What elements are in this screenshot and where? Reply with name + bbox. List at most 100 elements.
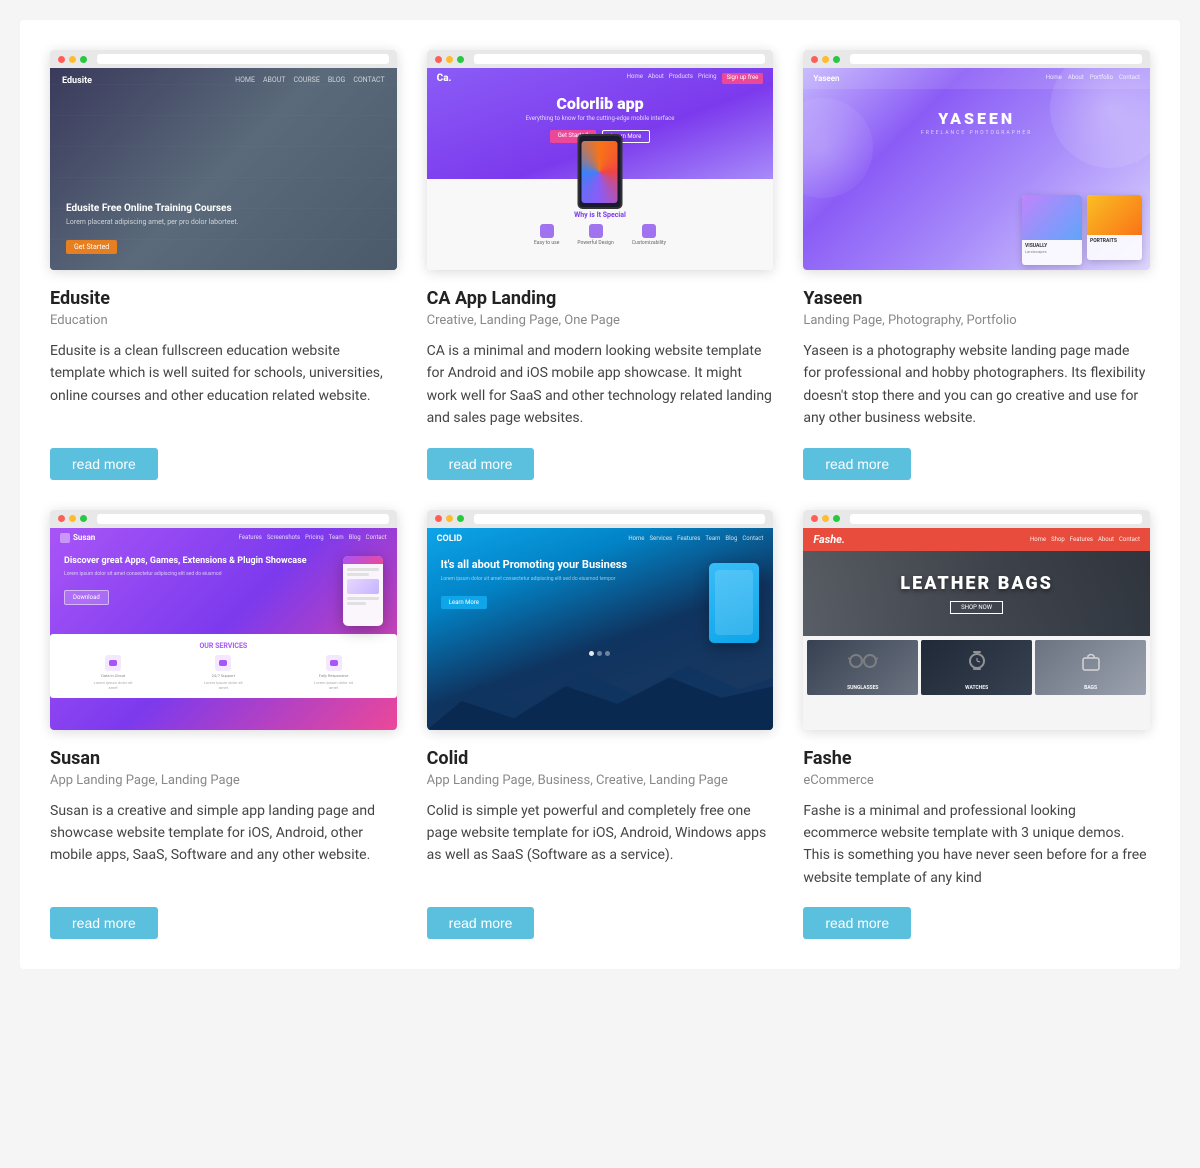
window-chrome-fashe [803, 510, 1150, 528]
url-bar [97, 514, 389, 524]
fashe-product-label-sunglasses: SUNGLASSES [811, 685, 914, 691]
susan-read-more-button[interactable]: read more [50, 907, 158, 939]
colid-dot [605, 651, 610, 656]
card-susan-title: Susan [50, 748, 397, 769]
ca-feature-label-easy: Easy to use [534, 240, 559, 246]
url-bar [97, 54, 389, 64]
service-label-cloud: Data in Cloud [101, 673, 125, 678]
min-dot [822, 515, 829, 522]
fashe-product-sunglasses: SUNGLASSES [807, 640, 918, 695]
close-dot [58, 56, 65, 63]
max-dot [80, 56, 87, 63]
colid-read-more-button[interactable]: read more [427, 907, 535, 939]
ca-feature-easy: Easy to use [534, 224, 559, 246]
service-support: 24/7 Support Lorem ipsum dolor sit amet [203, 655, 243, 690]
card-susan: Susan Features Screenshots Pricing Team … [50, 510, 397, 940]
card-edusite-image[interactable]: Edusite HOME ABOUT COURSE BLOG CONTACT E… [50, 50, 397, 270]
ca-feature-label-custom: Customizability [632, 240, 666, 246]
service-desc-responsive: Lorem ipsum dolor sit amet [314, 680, 354, 690]
fashe-navlinks: Home Shop Features About Contact [1030, 536, 1140, 543]
card-colid: COLID Home Services Features Team Blog C… [427, 510, 774, 940]
susan-logo: Susan [60, 533, 95, 543]
url-bar [474, 54, 766, 64]
fashe-read-more-button[interactable]: read more [803, 907, 911, 939]
max-dot [833, 56, 840, 63]
colid-phone-screen [715, 570, 753, 635]
yaseen-card-2-img [1087, 195, 1142, 235]
card-colid-tags: App Landing Page, Business, Creative, La… [427, 773, 774, 788]
service-label-responsive: Fully Responsive [319, 673, 349, 678]
card-colid-image[interactable]: COLID Home Services Features Team Blog C… [427, 510, 774, 730]
max-dot [457, 56, 464, 63]
colid-phone [709, 563, 759, 643]
ca-feature-icon-custom [642, 224, 656, 238]
ca-read-more-button[interactable]: read more [427, 448, 535, 480]
bags-img [1040, 645, 1141, 677]
ca-thumbnail: Ca. Home About Products Pricing Sign up … [427, 68, 774, 270]
card-fashe-image[interactable]: Fashe. Home Shop Features About Contact … [803, 510, 1150, 730]
fashe-product-bags: BAGS [1035, 640, 1146, 695]
close-dot [811, 515, 818, 522]
colid-content: It's all about Promoting your Business L… [427, 550, 774, 651]
card-susan-image[interactable]: Susan Features Screenshots Pricing Team … [50, 510, 397, 730]
yaseen-thumbnail: Yaseen Home About Portfolio Contact YASE… [803, 68, 1150, 270]
susan-phone-img [347, 579, 379, 594]
fashe-hero: LEATHER BAGS SHOP NOW [803, 551, 1150, 636]
colid-text: It's all about Promoting your Business L… [441, 558, 700, 609]
susan-nav: Susan Features Screenshots Pricing Team … [50, 528, 397, 548]
susan-phone-line [347, 568, 379, 571]
fashe-shop-now-btn: SHOP NOW [950, 601, 1003, 614]
card-fashe: Fashe. Home Shop Features About Contact … [803, 510, 1150, 940]
min-dot [822, 56, 829, 63]
ca-hero-title: Colorlib app [432, 94, 769, 113]
susan-logo-icon [60, 533, 70, 543]
susan-navlinks: Features Screenshots Pricing Team Blog C… [239, 534, 387, 541]
colid-hero-title: It's all about Promoting your Business [441, 558, 700, 572]
card-yaseen-image[interactable]: Yaseen Home About Portfolio Contact YASE… [803, 50, 1150, 270]
service-desc-support: Lorem ipsum dolor sit amet [203, 680, 243, 690]
ca-navlinks: Home About Products Pricing Sign up free [627, 73, 764, 84]
ca-logo: Ca. [437, 73, 452, 84]
ca-feature-custom: Customizability [632, 224, 666, 246]
card-fashe-desc: Fashe is a minimal and professional look… [803, 800, 1150, 890]
url-bar [850, 54, 1142, 64]
ca-feature-label-powerful: Powerful Design [577, 240, 613, 246]
card-edusite: Edusite HOME ABOUT COURSE BLOG CONTACT E… [50, 50, 397, 480]
window-chrome-ca [427, 50, 774, 68]
ca-feature-icon-easy [540, 224, 554, 238]
card-ca-title: CA App Landing [427, 288, 774, 309]
card-edusite-tags: Education [50, 313, 397, 328]
edusite-logo: Edusite [62, 76, 92, 86]
cloud-icon [105, 655, 121, 671]
yaseen-card-2-label: PORTRAITS [1090, 238, 1139, 244]
card-ca-image[interactable]: Ca. Home About Products Pricing Sign up … [427, 50, 774, 270]
colid-cta: Learn More [441, 596, 487, 609]
susan-hero-cta: Download [64, 590, 109, 605]
sunglasses-img [812, 645, 913, 677]
card-edusite-desc: Edusite is a clean fullscreen education … [50, 340, 397, 430]
service-responsive: Fully Responsive Lorem ipsum dolor sit a… [314, 655, 354, 690]
yaseen-subtitle: FREELANCE PHOTOGRAPHER [819, 130, 1134, 136]
fashe-product-label-watches: WATCHES [925, 685, 1028, 691]
edusite-nav: Edusite HOME ABOUT COURSE BLOG CONTACT [50, 76, 397, 86]
ca-feature-icon-powerful [589, 224, 603, 238]
close-dot [435, 515, 442, 522]
susan-thumbnail: Susan Features Screenshots Pricing Team … [50, 528, 397, 730]
card-fashe-tags: eCommerce [803, 773, 1150, 788]
yaseen-read-more-button[interactable]: read more [803, 448, 911, 480]
max-dot [80, 515, 87, 522]
window-chrome-edusite [50, 50, 397, 68]
susan-services-grid: Data in Cloud Lorem ipsum dolor sit amet… [58, 655, 389, 690]
close-dot [58, 515, 65, 522]
susan-phone-bar [343, 556, 383, 564]
fashe-hero-text: LEATHER BAGS SHOP NOW [900, 573, 1053, 614]
susan-services: OUR SERVICES Data in Cloud Lorem ipsum d… [50, 634, 397, 698]
colid-logo: COLID [437, 534, 462, 544]
yaseen-content: YASEEN FREELANCE PHOTOGRAPHER [803, 89, 1150, 146]
card-colid-desc: Colid is simple yet powerful and complet… [427, 800, 774, 890]
edusite-read-more-button[interactable]: read more [50, 448, 158, 480]
yaseen-navlinks: Home About Portfolio Contact [1046, 74, 1140, 83]
window-chrome-susan [50, 510, 397, 528]
min-dot [69, 56, 76, 63]
service-desc-cloud: Lorem ipsum dolor sit amet [93, 680, 133, 690]
